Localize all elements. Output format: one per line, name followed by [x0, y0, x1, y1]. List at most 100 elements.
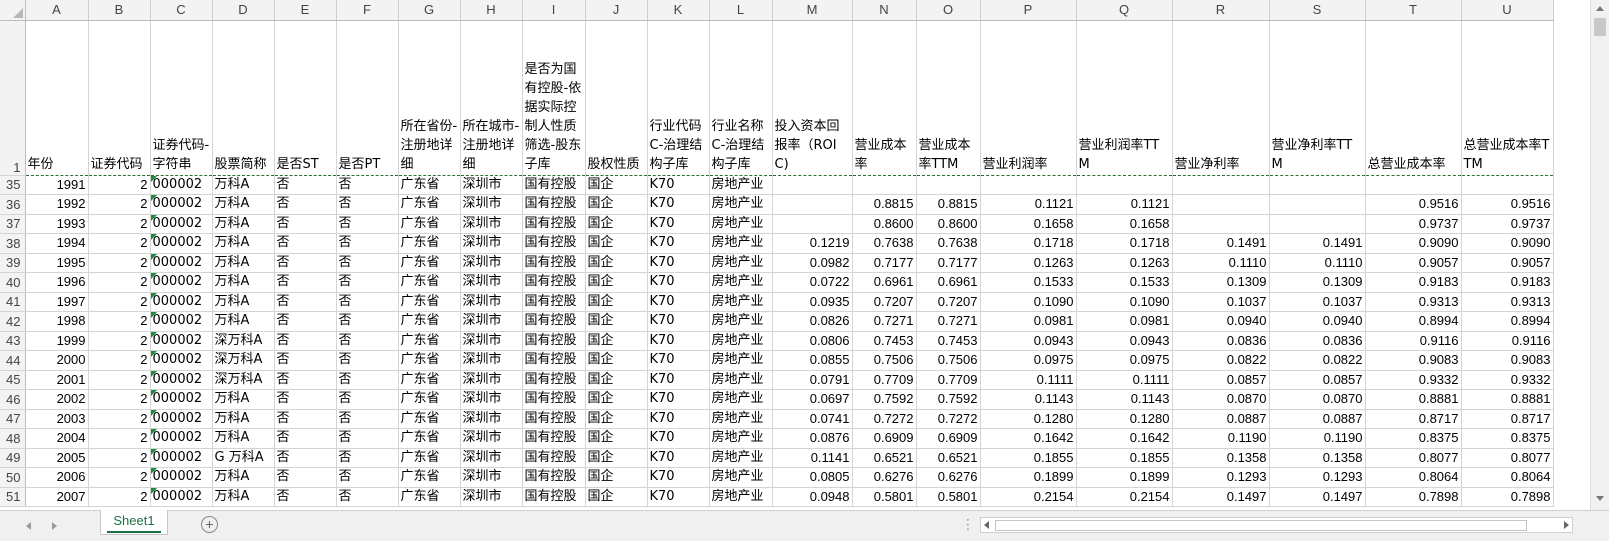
cell[interactable]: 1994 [25, 233, 89, 254]
cell[interactable]: 0.1090 [980, 292, 1077, 312]
cell[interactable]: K70 [647, 428, 710, 449]
cell[interactable]: 0.1497 [1269, 487, 1366, 507]
cell[interactable] [1172, 214, 1270, 234]
vertical-scrollbar[interactable] [1590, 0, 1609, 510]
cell[interactable]: 0.0982 [772, 253, 853, 273]
cell[interactable]: 国有控股 [522, 428, 586, 449]
cell[interactable]: 国企 [585, 389, 648, 410]
cell[interactable]: 0.1358 [1269, 448, 1366, 468]
cell[interactable]: 0.7271 [916, 311, 981, 332]
row-header[interactable]: 45 [0, 370, 26, 390]
cell[interactable]: 国企 [585, 370, 648, 390]
cell[interactable]: 否 [336, 311, 399, 332]
cell[interactable]: 0.7898 [1365, 487, 1462, 507]
column-header[interactable]: B [88, 0, 151, 21]
cell[interactable]: 0.7177 [852, 253, 917, 273]
header-cell[interactable]: 总营业成本率TTM [1461, 19, 1554, 176]
cell[interactable]: 否 [336, 487, 399, 507]
cell[interactable]: 房地产业 [709, 272, 773, 293]
cell[interactable]: 0.7453 [916, 331, 981, 351]
header-cell[interactable]: 营业利润率 [980, 19, 1077, 176]
cell[interactable]: 广东省 [398, 175, 461, 195]
cell[interactable]: 2 [88, 448, 151, 468]
cell[interactable]: 国企 [585, 311, 648, 332]
cell[interactable]: 0.9183 [1461, 272, 1554, 293]
cell[interactable]: 否 [274, 233, 337, 254]
cell[interactable]: 0.9737 [1461, 214, 1554, 234]
cell[interactable]: 国有控股 [522, 389, 586, 410]
cell[interactable]: 否 [274, 409, 337, 429]
cell[interactable]: 广东省 [398, 214, 461, 234]
cell[interactable]: 否 [336, 409, 399, 429]
cell[interactable]: 000002 [150, 467, 213, 488]
cell[interactable]: 0.0722 [772, 272, 853, 293]
cell[interactable]: 0.1111 [980, 370, 1077, 390]
column-header[interactable]: O [916, 0, 981, 21]
cell[interactable]: 2 [88, 194, 151, 215]
cell[interactable]: 否 [336, 175, 399, 195]
cell[interactable]: 否 [274, 389, 337, 410]
add-sheet-icon[interactable]: + [201, 516, 218, 533]
cell[interactable]: 否 [336, 214, 399, 234]
cell[interactable] [772, 194, 853, 215]
cell[interactable]: 0.8815 [916, 194, 981, 215]
cell[interactable]: 0.0935 [772, 292, 853, 312]
cell[interactable]: 2 [88, 331, 151, 351]
header-cell[interactable]: 证券代码-字符串 [150, 19, 213, 176]
cell[interactable]: 0.1899 [980, 467, 1077, 488]
cell[interactable]: 万科A [212, 194, 275, 215]
header-cell[interactable]: 行业名称C-治理结构子库 [709, 19, 773, 176]
cell[interactable]: 0.1263 [1076, 253, 1173, 273]
cell[interactable]: 0.1110 [1172, 253, 1270, 273]
cell[interactable]: 深圳市 [460, 487, 523, 507]
cell[interactable]: 2 [88, 428, 151, 449]
cell[interactable]: 0.9057 [1461, 253, 1554, 273]
cell[interactable]: 1993 [25, 214, 89, 234]
cell[interactable]: 2001 [25, 370, 89, 390]
row-header[interactable]: 35 [0, 175, 26, 195]
cell[interactable]: 广东省 [398, 253, 461, 273]
horizontal-scroll-thumb[interactable] [995, 520, 1527, 531]
cell[interactable]: 1998 [25, 311, 89, 332]
cell[interactable]: 0.8375 [1461, 428, 1554, 449]
cell[interactable] [1461, 175, 1554, 195]
cell[interactable]: 房地产业 [709, 175, 773, 195]
cell[interactable]: 000002 [150, 389, 213, 410]
cell[interactable]: 0.9183 [1365, 272, 1462, 293]
cell[interactable]: 国企 [585, 233, 648, 254]
cell[interactable]: K70 [647, 409, 710, 429]
cell[interactable]: 0.5801 [852, 487, 917, 507]
cell[interactable]: 国有控股 [522, 214, 586, 234]
cell[interactable]: 0.8717 [1461, 409, 1554, 429]
cell[interactable]: K70 [647, 389, 710, 410]
cell[interactable]: 0.7272 [916, 409, 981, 429]
cell[interactable]: 0.1642 [1076, 428, 1173, 449]
cell[interactable]: 否 [274, 214, 337, 234]
cell[interactable]: 0.9116 [1461, 331, 1554, 351]
cell[interactable]: 0.7271 [852, 311, 917, 332]
cell[interactable]: K70 [647, 175, 710, 195]
cell[interactable]: 万科A [212, 409, 275, 429]
row-header[interactable]: 38 [0, 233, 26, 254]
cell[interactable]: 1992 [25, 194, 89, 215]
cell[interactable]: 1999 [25, 331, 89, 351]
cell[interactable]: K70 [647, 331, 710, 351]
cell[interactable]: 0.0791 [772, 370, 853, 390]
cell[interactable]: 国企 [585, 272, 648, 293]
cell[interactable]: K70 [647, 311, 710, 332]
cell[interactable]: 0.7207 [852, 292, 917, 312]
cell[interactable]: 0.1358 [1172, 448, 1270, 468]
cell[interactable]: 2 [88, 253, 151, 273]
cell[interactable]: 0.1658 [1076, 214, 1173, 234]
cell[interactable]: 房地产业 [709, 253, 773, 273]
cell[interactable]: 2 [88, 350, 151, 371]
header-cell[interactable]: 证券代码 [88, 19, 151, 176]
cell[interactable]: 国有控股 [522, 253, 586, 273]
row-header[interactable]: 1 [0, 20, 26, 176]
cell[interactable]: G 万科A [212, 448, 275, 468]
cell[interactable]: 000002 [150, 448, 213, 468]
row-header[interactable]: 37 [0, 214, 26, 234]
cell[interactable]: 万科A [212, 428, 275, 449]
row-header[interactable]: 47 [0, 409, 26, 429]
cell[interactable]: 国企 [585, 194, 648, 215]
